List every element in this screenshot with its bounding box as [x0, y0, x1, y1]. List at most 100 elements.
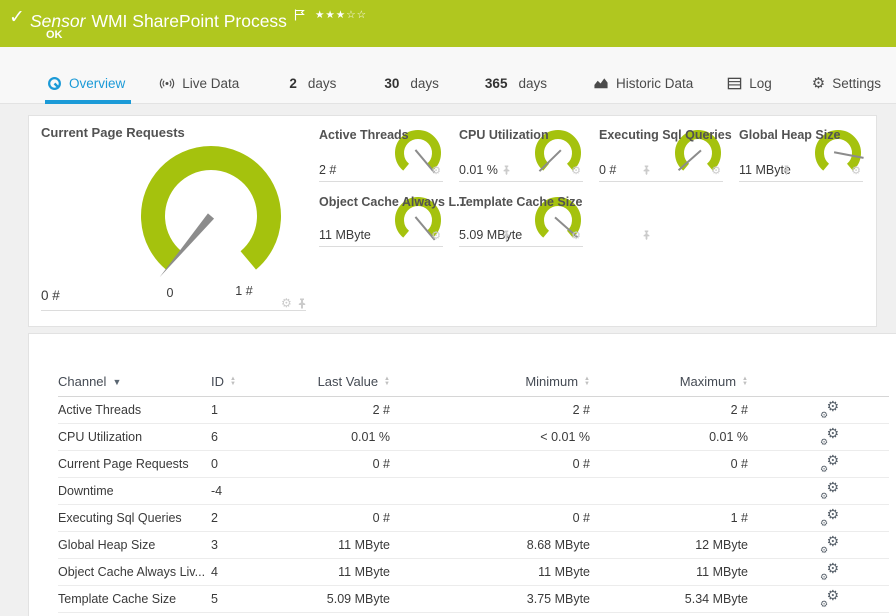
gauge-settings-gear-icon[interactable]: ⚙: [851, 166, 861, 177]
mini-gauge-actions: ⚙: [711, 165, 790, 177]
content-area: Current Page Requests 0 1 # 0 # ⚙ Active…: [0, 104, 896, 616]
sensor-title-line: Sensor WMI SharePoint Process ★★★☆☆: [30, 5, 367, 32]
gear-big-icon: ⚙: [826, 478, 839, 495]
cell-minimum: < 0.01 %: [540, 430, 590, 444]
cell-channel: Downtime: [58, 484, 114, 498]
column-header-channel[interactable]: Channel ▼: [58, 374, 211, 389]
cell-id: 4: [211, 565, 218, 579]
gauge-pin-icon[interactable]: [297, 298, 307, 309]
mini-gauge-title: Template Cache Size: [459, 195, 583, 209]
channel-settings-icon[interactable]: ⚙ ⚙: [820, 507, 839, 528]
page-title: WMI SharePoint Process: [91, 11, 287, 31]
channel-table-body: Active Threads 1 2 # 2 # 2 # ⚙ ⚙ CPU Util…: [29, 397, 896, 613]
cell-last-value: 0 #: [372, 511, 390, 525]
table-row: CPU Utilization 6 0.01 % < 0.01 % 0.01 %…: [58, 424, 889, 451]
flag-icon[interactable]: [294, 5, 305, 26]
channel-settings-icon[interactable]: ⚙ ⚙: [820, 559, 839, 582]
gauge-settings-gear-icon[interactable]: ⚙: [571, 231, 581, 242]
column-header-maximum[interactable]: Maximum ▲ ▼: [680, 374, 748, 389]
channel-settings-icon[interactable]: ⚙ ⚙: [820, 424, 839, 447]
tab-2-days[interactable]: 2 days: [289, 63, 336, 103]
channel-settings-icon[interactable]: ⚙ ⚙: [820, 399, 839, 420]
gear-small-icon: ⚙: [820, 598, 829, 609]
cell-minimum: 0 #: [572, 457, 590, 471]
mini-gauge-cell: CPU Utilization 0.01 % ⚙: [459, 126, 650, 182]
table-row: Executing Sql Queries 2 0 # 0 # 1 # ⚙ ⚙: [58, 505, 889, 532]
sort-icon: ▲ ▼: [384, 376, 390, 387]
mini-gauge-actions: ⚙: [431, 230, 510, 242]
live-data-icon: [160, 77, 175, 89]
gauge-settings-gear-icon[interactable]: ⚙: [571, 166, 581, 177]
historic-chart-icon: [594, 77, 608, 88]
gear-big-icon: ⚙: [826, 451, 839, 468]
channel-settings-icon[interactable]: ⚙ ⚙: [820, 532, 839, 555]
channel-settings-icon[interactable]: ⚙ ⚙: [820, 451, 839, 474]
gauge-pin-icon[interactable]: [642, 165, 651, 175]
tab-label: days: [518, 75, 547, 91]
channel-settings-icon[interactable]: ⚙ ⚙: [820, 586, 839, 609]
table-row: Downtime -4 ⚙ ⚙: [58, 478, 889, 505]
gauge-icon: [48, 76, 61, 90]
gauge-settings-gear-icon[interactable]: ⚙: [431, 166, 441, 177]
column-header-id[interactable]: ID ▲ ▼: [211, 374, 271, 389]
cell-minimum: 3.75 MByte: [526, 592, 590, 606]
stars-filled: ★★★: [314, 9, 347, 21]
table-row: Template Cache Size 5 5.09 MByte 3.75 MB…: [58, 586, 889, 613]
cell-channel: Active Threads: [58, 403, 142, 417]
mini-gauge-cell: Template Cache Size 5.09 MByte ⚙: [459, 193, 650, 247]
tab-30-days[interactable]: 30 days: [384, 63, 439, 103]
gear-small-icon: ⚙: [820, 571, 829, 582]
gear-big-icon: ⚙: [826, 586, 839, 603]
gear-big-icon: ⚙: [826, 424, 839, 441]
sort-icon: ▲ ▼: [584, 376, 590, 387]
gear-big-icon: ⚙: [826, 559, 839, 576]
column-header-minimum[interactable]: Minimum ▲ ▼: [525, 374, 590, 389]
cell-maximum: 5.34 MByte: [684, 592, 748, 606]
table-row: Object Cache Always Liv... 4 11 MByte 11…: [58, 559, 889, 586]
gauge-settings-gear-icon[interactable]: ⚙: [431, 231, 441, 242]
mini-gauge-title: Object Cache Always L...: [319, 195, 467, 209]
mini-gauge-value: 2 #: [319, 163, 337, 177]
cell-id: 5: [211, 592, 218, 606]
tab-live-data[interactable]: Live Data: [159, 63, 239, 103]
channel-table-header: Channel ▼ ID ▲ ▼ Last Value ▲ ▼ Minimum ▲ ▼ Max…: [58, 367, 889, 397]
mini-gauge-actions: ⚙: [571, 165, 650, 177]
mini-gauge-title: Global Heap Size: [739, 128, 841, 142]
channel-settings-icon[interactable]: ⚙ ⚙: [820, 478, 839, 501]
primary-gauge-actions: ⚙: [281, 297, 307, 309]
tab-label: Settings: [832, 75, 882, 91]
cell-minimum: 11 MByte: [538, 565, 590, 579]
sort-icon: ▲ ▼: [742, 376, 748, 387]
tab-number: 365: [484, 75, 508, 91]
mini-gauge-value: 0.01 %: [459, 163, 498, 177]
mini-gauge-actions: ⚙: [851, 166, 861, 177]
column-label: Maximum: [679, 374, 737, 389]
tab-365-days[interactable]: 365 days: [485, 63, 547, 103]
gauge-pin-icon[interactable]: [502, 165, 511, 175]
column-header-last-value[interactable]: Last Value ▲ ▼: [318, 374, 390, 389]
cell-channel: Executing Sql Queries: [58, 511, 182, 525]
cell-id: 1: [211, 403, 218, 417]
cell-last-value: 2 #: [372, 403, 390, 417]
mini-gauge-title: Active Threads: [319, 128, 409, 142]
gauge-pin-icon[interactable]: [642, 230, 651, 240]
gauge-pin-icon[interactable]: [502, 230, 511, 240]
gauge-pin-icon[interactable]: [782, 165, 791, 175]
tab-historic-data[interactable]: Historic Data: [593, 63, 693, 103]
priority-stars[interactable]: ★★★☆☆: [315, 9, 367, 21]
tab-overview[interactable]: Overview: [44, 63, 132, 104]
gauge-settings-gear-icon[interactable]: ⚙: [281, 297, 292, 309]
gear-big-icon: ⚙: [826, 532, 839, 549]
cell-last-value: 0 #: [372, 457, 390, 471]
cell-channel: Current Page Requests: [58, 457, 189, 471]
gauge-settings-gear-icon[interactable]: ⚙: [711, 166, 721, 177]
cell-maximum: 12 MByte: [695, 538, 748, 552]
primary-gauge-scale-max: 1 #: [235, 284, 253, 298]
mini-gauge-value: 0 #: [599, 163, 617, 177]
cell-last-value: 5.09 MByte: [326, 592, 390, 606]
tab-label: Historic Data: [615, 75, 694, 91]
mini-gauge-actions: ⚙: [431, 165, 510, 177]
cell-channel: Object Cache Always Liv...: [58, 565, 206, 579]
tab-settings[interactable]: ⚙ Settings: [812, 63, 881, 103]
tab-log[interactable]: Log: [727, 63, 772, 103]
